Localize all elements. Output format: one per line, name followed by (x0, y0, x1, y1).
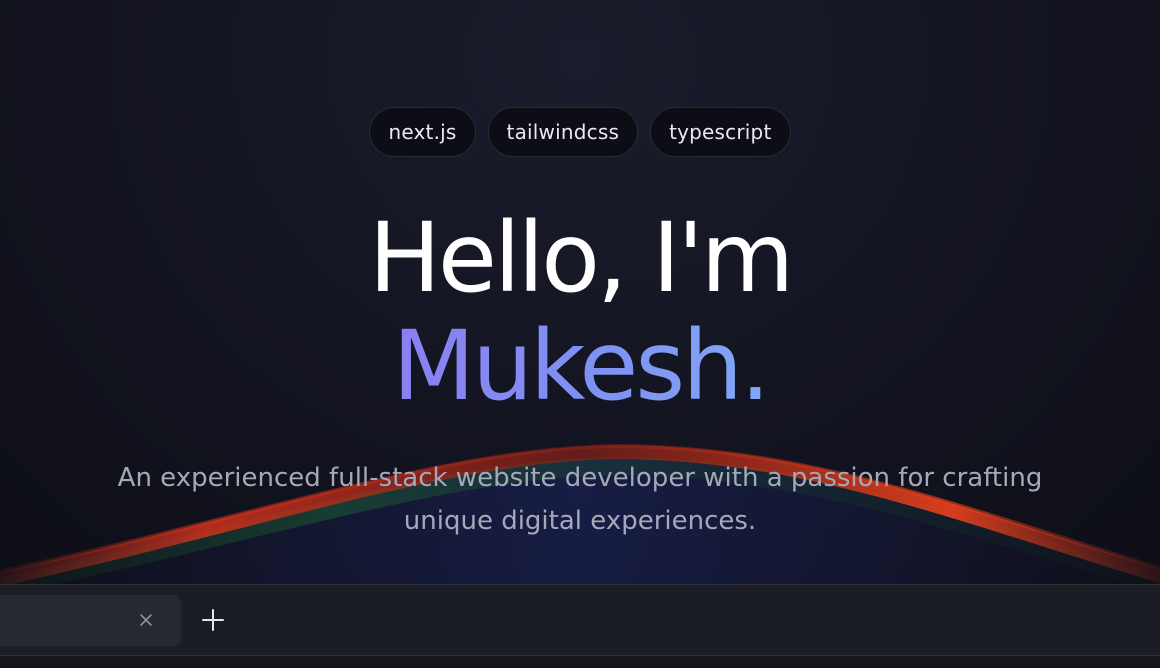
name-text: Mukesh. (392, 310, 770, 422)
description-line-2: unique digital experiences. (403, 506, 757, 536)
tech-tags: next.js tailwindcss typescript (0, 107, 1160, 157)
hero-description: An experienced full-stack website develo… (100, 457, 1060, 543)
description-line-1: An experienced full-stack website develo… (117, 463, 1043, 493)
browser-tab-bar (0, 584, 1160, 656)
greeting-text: Hello, I'm (368, 202, 795, 314)
tag-nextjs: next.js (369, 107, 476, 157)
tag-typescript: typescript (650, 107, 791, 157)
tag-tailwindcss: tailwindcss (487, 107, 639, 157)
hero-section: next.js tailwindcss typescript Hello, I'… (0, 0, 1160, 584)
browser-tab[interactable] (0, 595, 181, 646)
plus-icon[interactable] (199, 606, 227, 634)
hero-headline: Hello, I'm Mukesh. (0, 204, 1160, 420)
close-icon[interactable] (136, 610, 156, 630)
bottom-strip (0, 656, 1160, 668)
